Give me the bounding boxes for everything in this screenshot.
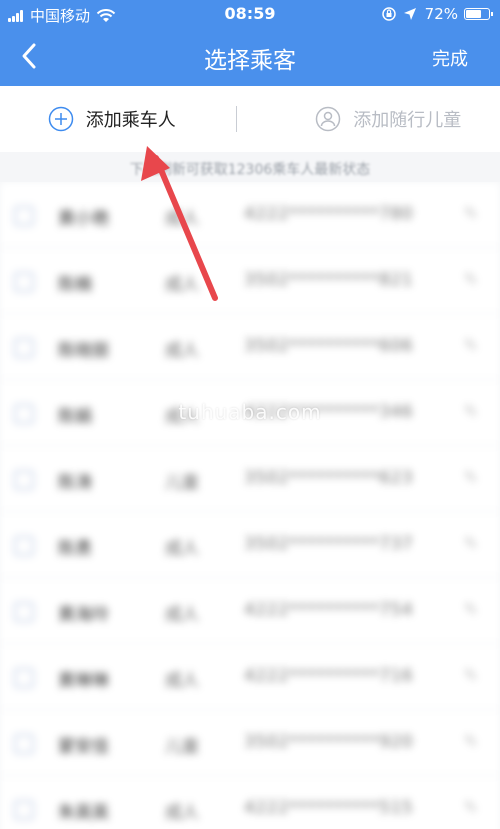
passenger-name: 陈楠	[58, 275, 92, 295]
checkbox[interactable]	[14, 206, 34, 226]
checkbox[interactable]	[14, 734, 34, 754]
passenger-name: 黄海玲	[58, 605, 109, 625]
add-child-label: 添加随行儿童	[353, 110, 462, 131]
passenger-row[interactable]: 黄琳琳 成人 4222**********716 ✎	[0, 644, 500, 710]
passenger-id-number: 4222**********716	[244, 666, 414, 686]
passenger-type: 儿童	[165, 737, 199, 757]
checkbox[interactable]	[14, 536, 34, 556]
page-title: 选择乘客	[204, 48, 296, 74]
passenger-id-number: 4222**********515	[244, 798, 414, 818]
passenger-id-number: 3502**********606	[244, 336, 414, 356]
passenger-row[interactable]: 陈涛 儿童 3502**********623 ✎	[0, 446, 500, 512]
checkbox[interactable]	[14, 272, 34, 292]
watermark: tuhuaba.com	[178, 400, 322, 424]
edit-icon[interactable]: ✎	[464, 666, 478, 686]
passenger-type: 成人	[165, 803, 199, 823]
checkbox[interactable]	[14, 668, 34, 688]
passenger-row[interactable]: 蒙安佳 儿童 3502**********920 ✎	[0, 710, 500, 776]
passenger-type: 儿童	[165, 473, 199, 493]
add-passenger-label: 添加乘车人	[85, 110, 176, 131]
location-icon	[403, 8, 416, 20]
passenger-name: 朱英英	[58, 803, 109, 823]
action-bar: 添加乘车人 添加随行儿童	[0, 86, 500, 152]
edit-icon[interactable]: ✎	[464, 600, 478, 620]
add-child-button[interactable]: 添加随行儿童	[237, 106, 500, 132]
done-button[interactable]: 完成	[432, 45, 468, 71]
plus-circle-icon	[48, 106, 74, 132]
rotation-lock-icon	[381, 7, 396, 21]
edit-icon[interactable]: ✎	[464, 270, 478, 290]
status-bar: 中国移动 08:59 72%	[0, 0, 500, 28]
passenger-id-number: 3502**********623	[244, 468, 414, 488]
passenger-name: 陈晓丽	[58, 341, 109, 361]
passenger-id-number: 3502**********737	[244, 534, 414, 554]
nav-bar: 选择乘客 完成	[0, 28, 500, 86]
edit-icon[interactable]: ✎	[464, 468, 478, 488]
passenger-id-number: 3502**********821	[244, 270, 414, 290]
battery-icon	[464, 8, 493, 20]
status-right: 72%	[381, 5, 493, 23]
battery-fill	[466, 10, 482, 18]
passenger-row[interactable]: 朱英英 成人 4222**********515 ✎	[0, 776, 500, 829]
edit-icon[interactable]: ✎	[464, 534, 478, 554]
checkbox[interactable]	[14, 338, 34, 358]
passenger-name: 陈涛	[58, 473, 92, 493]
edit-icon[interactable]: ✎	[464, 336, 478, 356]
edit-icon[interactable]: ✎	[464, 732, 478, 752]
passenger-row[interactable]: 陈勇 成人 3502**********737 ✎	[0, 512, 500, 578]
passenger-name: 黄小艳	[58, 209, 109, 229]
checkbox[interactable]	[14, 800, 34, 820]
passenger-id-number: 4222**********780	[244, 204, 414, 224]
passenger-type: 成人	[165, 539, 199, 559]
passenger-row[interactable]: 陈楠 成人 3502**********821 ✎	[0, 248, 500, 314]
passenger-id-number: 3502**********920	[244, 732, 414, 752]
passenger-name: 陈勇	[58, 539, 92, 559]
passenger-name: 蒙安佳	[58, 737, 109, 757]
checkbox[interactable]	[14, 602, 34, 622]
passenger-type: 成人	[165, 209, 199, 229]
edit-icon[interactable]: ✎	[464, 798, 478, 818]
passenger-row[interactable]: 陈晓丽 成人 3502**********606 ✎	[0, 314, 500, 380]
battery-percent: 72%	[424, 5, 458, 23]
add-passenger-button[interactable]: 添加乘车人	[0, 106, 236, 132]
passenger-type: 成人	[165, 275, 199, 295]
passenger-row[interactable]: 黄海玲 成人 4222**********754 ✎	[0, 578, 500, 644]
passenger-rows: 黄小艳 成人 4222**********780 ✎ 陈楠 成人 3502*********…	[0, 182, 500, 829]
checkbox[interactable]	[14, 470, 34, 490]
passenger-id-number: 4222**********754	[244, 600, 414, 620]
passenger-list: 黄小艳 成人 4222**********780 ✎ 陈楠 成人 3502*********…	[0, 182, 500, 829]
passenger-row[interactable]: 黄小艳 成人 4222**********780 ✎	[0, 182, 500, 248]
passenger-type: 成人	[165, 671, 199, 691]
edit-icon[interactable]: ✎	[464, 204, 478, 224]
person-circle-icon	[315, 106, 341, 132]
refresh-hint: 下拉刷新可获取12306乘车人最新状态	[129, 162, 371, 178]
passenger-type: 成人	[165, 605, 199, 625]
passenger-name: 黄琳琳	[58, 671, 109, 691]
passenger-type: 成人	[165, 341, 199, 361]
